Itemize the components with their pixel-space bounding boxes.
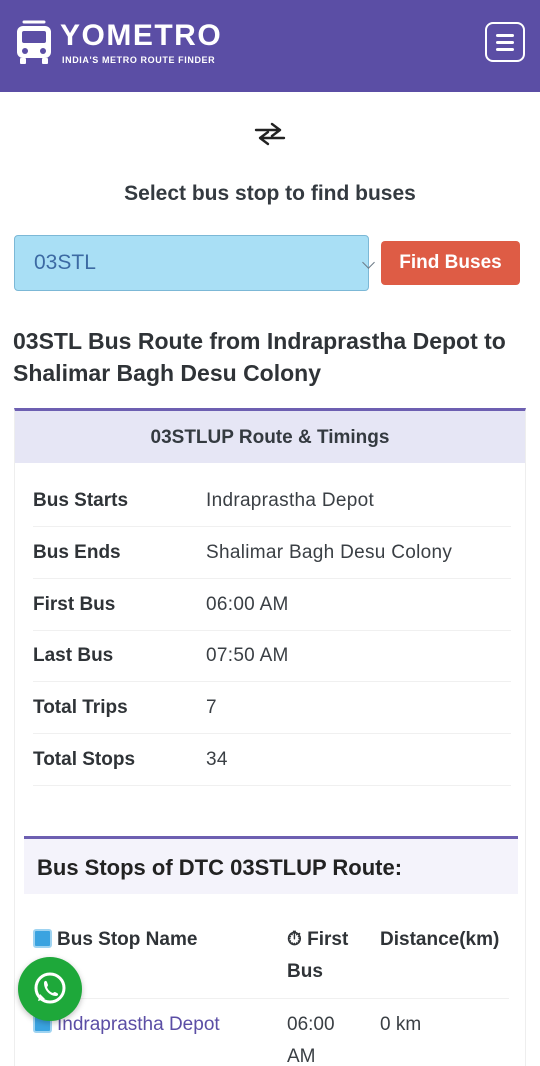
chevron-down-icon	[362, 256, 375, 269]
info-row-last-bus: Last Bus 07:50 AM	[33, 630, 511, 682]
find-buses-button[interactable]: Find Buses	[381, 241, 520, 285]
column-header-distance: Distance(km)	[380, 929, 500, 950]
bus-stops-title: Bus Stops of DTC 03STLUP Route:	[24, 836, 518, 894]
bus-icon[interactable]	[14, 20, 54, 66]
swap-arrows-icon	[254, 122, 286, 146]
info-value: Indraprastha Depot	[206, 490, 375, 511]
info-value: 34	[206, 749, 228, 770]
info-row-bus-ends: Bus Ends Shalimar Bagh Desu Colony	[33, 527, 511, 579]
select-stop-title: Select bus stop to find buses	[124, 182, 416, 205]
info-row-first-bus: First Bus 06:00 AM	[33, 579, 511, 631]
info-label: Last Bus	[33, 645, 114, 666]
info-label: Total Trips	[33, 697, 128, 718]
column-header-stop-name: Bus Stop Name	[33, 924, 197, 956]
info-label: Total Stops	[33, 749, 136, 770]
brand-name[interactable]: YOMETRO	[60, 18, 222, 54]
info-value: 06:00 AM	[206, 594, 289, 615]
info-value: 7	[206, 697, 217, 718]
info-value: 07:50 AM	[206, 645, 289, 666]
info-label: Bus Starts	[33, 490, 129, 511]
bus-stop-select[interactable]: 03STL	[14, 235, 375, 291]
square-icon	[33, 929, 52, 948]
route-card-title: 03STLUP Route & Timings	[15, 411, 525, 463]
brand-tagline: INDIA'S METRO ROUTE FINDER	[62, 55, 216, 65]
info-label: Bus Ends	[33, 542, 121, 563]
menu-button[interactable]	[485, 22, 525, 62]
column-header-first-bus: ⏱ First Bus	[287, 929, 349, 982]
route-timings-card: 03STLUP Route & Timings Bus Starts Indra…	[14, 408, 526, 1066]
info-label: First Bus	[33, 594, 116, 615]
route-heading: 03STL Bus Route from Indraprastha Depot …	[13, 328, 506, 386]
app-header: YOMETRO INDIA'S METRO ROUTE FINDER	[0, 0, 540, 92]
bus-stop-select-value: 03STL	[34, 251, 96, 274]
hamburger-icon	[496, 34, 514, 37]
whatsapp-button[interactable]	[18, 957, 82, 1021]
table-divider	[24, 998, 509, 999]
info-row-total-trips: Total Trips 7	[33, 682, 511, 734]
info-value: Shalimar Bagh Desu Colony	[206, 542, 453, 563]
info-row-bus-starts: Bus Starts Indraprastha Depot	[33, 475, 511, 527]
whatsapp-icon	[34, 972, 66, 1004]
info-row-total-stops: Total Stops 34	[33, 734, 511, 786]
table-row-distance: 0 km	[380, 1014, 422, 1035]
table-row-first-bus: 06:00 AM	[287, 1014, 335, 1066]
